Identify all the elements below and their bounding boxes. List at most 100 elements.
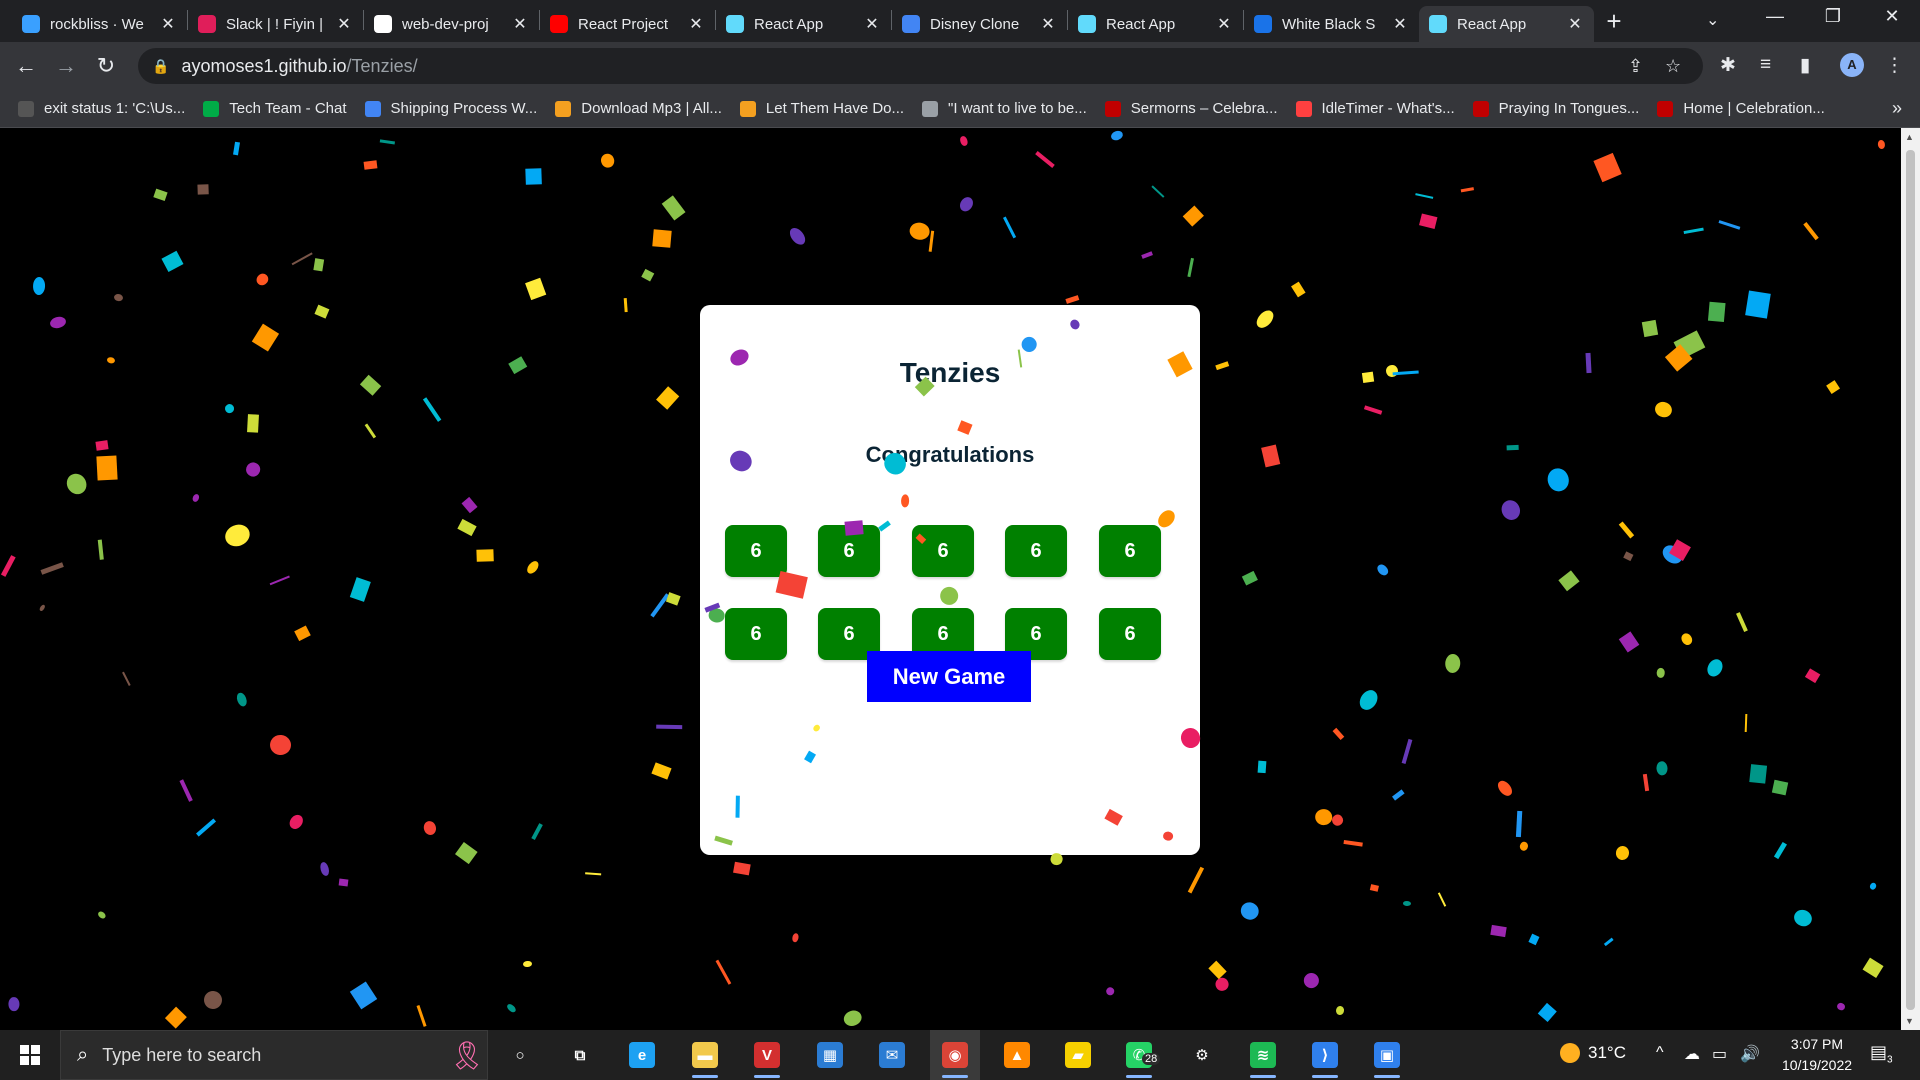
scroll-down-arrow[interactable]: ▼	[1905, 1016, 1914, 1026]
tray-chevron-icon[interactable]: ^	[1656, 1044, 1664, 1062]
browser-tab[interactable]: Slack | ! Fiyin | ✕	[188, 6, 363, 42]
tab-close-icon[interactable]: ✕	[335, 14, 353, 34]
bookmark-favicon-icon	[1657, 100, 1674, 117]
spotify-icon: ≋	[1250, 1042, 1276, 1068]
tab-close-icon[interactable]: ✕	[159, 14, 177, 34]
confetti-piece	[1356, 686, 1381, 714]
confetti-piece	[269, 734, 293, 757]
volume-icon[interactable]: 🔊	[1740, 1044, 1760, 1064]
confetti-piece	[1392, 789, 1405, 801]
profile-avatar[interactable]: A	[1840, 53, 1864, 77]
bookmark-item[interactable]: Praying In Tongues...	[1472, 100, 1640, 117]
start-button[interactable]	[0, 1030, 60, 1080]
extensions-icon[interactable]: ✱	[1720, 54, 1736, 77]
weather-widget[interactable]: 31°C	[1560, 1043, 1626, 1063]
browser-tab[interactable]: web-dev-proj ✕	[364, 6, 539, 42]
confetti-piece	[585, 872, 601, 876]
bookmark-item[interactable]: Shipping Process W...	[364, 100, 537, 117]
browser-tab[interactable]: React App ✕	[1419, 6, 1594, 42]
bookmark-item[interactable]: "I want to live to be...	[922, 100, 1087, 117]
confetti-piece	[1519, 841, 1529, 852]
tab-title: React Project	[578, 15, 669, 33]
tab-close-icon[interactable]: ✕	[1566, 14, 1584, 34]
bookmark-item[interactable]: Let Them Have Do...	[739, 100, 904, 117]
battery-icon[interactable]: ▭	[1712, 1044, 1727, 1064]
new-tab-button[interactable]: +	[1594, 6, 1634, 37]
onedrive-icon[interactable]: ☁	[1684, 1044, 1700, 1064]
browser-tab[interactable]: React App ✕	[716, 6, 891, 42]
tab-close-icon[interactable]: ✕	[863, 14, 881, 34]
browser-tab[interactable]: White Black S ✕	[1244, 6, 1419, 42]
die[interactable]: 6	[1005, 525, 1067, 577]
browser-tab[interactable]: React Project ✕	[540, 6, 715, 42]
bookmark-item[interactable]: Home | Celebration...	[1657, 100, 1825, 117]
notification-center-icon[interactable]: ▤3	[1870, 1042, 1893, 1066]
die[interactable]: 6	[725, 525, 787, 577]
side-panel-icon[interactable]: ▮	[1800, 54, 1810, 77]
bookmark-item[interactable]: IdleTimer - What's...	[1295, 100, 1455, 117]
tab-close-icon[interactable]: ✕	[1391, 14, 1409, 34]
vscode-taskbar-button[interactable]: ⟩	[1300, 1030, 1350, 1080]
tab-close-icon[interactable]: ✕	[1215, 14, 1233, 34]
task-view-taskbar-button[interactable]: ⧉	[555, 1030, 605, 1080]
die[interactable]: 6	[1099, 525, 1161, 577]
bookmark-item[interactable]: Tech Team - Chat	[203, 100, 347, 117]
confetti-piece	[457, 518, 477, 537]
confetti-piece	[959, 135, 969, 147]
reload-button[interactable]: ↻	[86, 53, 126, 79]
chrome-menu-icon[interactable]: ⋮	[1885, 54, 1904, 77]
bookmark-item[interactable]: Sermorns – Celebra...	[1104, 100, 1278, 117]
tab-title: Slack | ! Fiyin |	[226, 15, 323, 33]
tab-close-icon[interactable]: ✕	[511, 14, 529, 34]
bookmark-item[interactable]: exit status 1: 'C:\Us...	[18, 100, 185, 117]
edge-taskbar-button[interactable]: e	[617, 1030, 667, 1080]
die[interactable]: 6	[818, 525, 880, 577]
file-explorer-taskbar-button[interactable]: ▬	[680, 1030, 730, 1080]
scrollbar-thumb[interactable]	[1906, 150, 1915, 1010]
share-icon[interactable]: ⇪	[1628, 56, 1643, 77]
tab-close-icon[interactable]: ✕	[687, 14, 705, 34]
new-game-button[interactable]: New Game	[867, 651, 1031, 702]
system-clock[interactable]: 3:07 PM 10/19/2022	[1772, 1034, 1862, 1076]
address-bar[interactable]: 🔒 ayomoses1.github.io/Tenzies/ ⇪ ☆	[138, 48, 1703, 84]
bookmark-favicon-icon	[739, 100, 756, 117]
confetti-piece	[715, 959, 732, 985]
vlc-taskbar-button[interactable]: ▲	[992, 1030, 1042, 1080]
die[interactable]: 6	[1099, 608, 1161, 660]
restore-button[interactable]: ❐	[1813, 6, 1853, 27]
confetti-piece	[1385, 364, 1399, 378]
bookmarks-overflow-button[interactable]: »	[1892, 98, 1902, 119]
forward-button[interactable]: →	[46, 53, 86, 79]
die[interactable]: 6	[912, 525, 974, 577]
confetti-piece	[841, 1007, 864, 1029]
minimize-button[interactable]: —	[1755, 6, 1795, 27]
mail-taskbar-button[interactable]: ✉	[867, 1030, 917, 1080]
spotify-taskbar-button[interactable]: ≋	[1238, 1030, 1288, 1080]
bookmark-star-icon[interactable]: ☆	[1665, 56, 1681, 77]
tab-search-button[interactable]: ⌄	[1706, 10, 1719, 30]
awareness-ribbon-icon[interactable]: 🎗	[449, 1039, 485, 1072]
media-control-icon[interactable]: ≡	[1760, 54, 1771, 76]
window-close-button[interactable]: ✕	[1872, 6, 1912, 27]
confetti-piece	[251, 323, 279, 352]
taskbar-search-box[interactable]: ⌕ Type here to search 🎗	[60, 1030, 488, 1080]
bookmark-label: Praying In Tongues...	[1498, 100, 1640, 117]
lock-icon[interactable]: 🔒	[152, 58, 169, 75]
browser-tab[interactable]: Disney Clone ✕	[892, 6, 1067, 42]
tab-close-icon[interactable]: ✕	[1039, 14, 1057, 34]
die[interactable]: 6	[725, 608, 787, 660]
back-button[interactable]: ←	[6, 53, 46, 79]
scroll-up-arrow[interactable]: ▲	[1905, 132, 1914, 142]
store-taskbar-button[interactable]: ▦	[805, 1030, 855, 1080]
photos-taskbar-button[interactable]: ▣	[1362, 1030, 1412, 1080]
cortana-taskbar-button[interactable]: ○	[495, 1030, 545, 1080]
sticky-notes-taskbar-button[interactable]: ▰	[1053, 1030, 1103, 1080]
page-scrollbar[interactable]: ▲ ▼	[1901, 128, 1920, 1030]
confetti-piece	[38, 604, 46, 613]
vector-app-taskbar-button[interactable]: V	[742, 1030, 792, 1080]
browser-tab[interactable]: React App ✕	[1068, 6, 1243, 42]
settings-taskbar-button[interactable]: ⚙	[1177, 1030, 1227, 1080]
chrome-taskbar-button[interactable]: ◉	[930, 1030, 980, 1080]
browser-tab[interactable]: rockbliss · We ✕	[12, 6, 187, 42]
bookmark-item[interactable]: Download Mp3 | All...	[555, 100, 722, 117]
